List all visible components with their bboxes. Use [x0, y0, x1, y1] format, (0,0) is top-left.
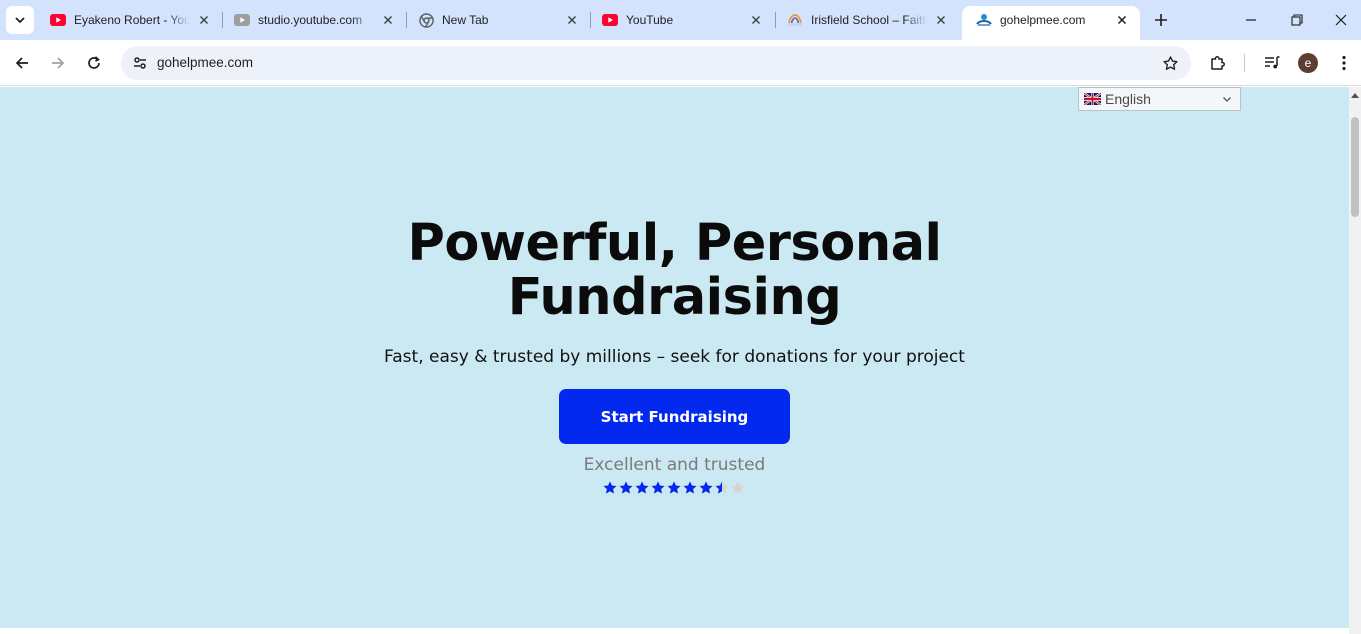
youtube-icon: [602, 12, 618, 28]
tab-title: New Tab: [442, 13, 489, 27]
close-icon: [1335, 14, 1346, 26]
language-label: English: [1105, 91, 1151, 107]
scrollbar[interactable]: [1349, 87, 1361, 634]
address-bar[interactable]: gohelpmee.com: [121, 46, 1191, 80]
tab-title: Irisfield School – Faith: [811, 13, 927, 27]
tab-new-tab[interactable]: New Tab: [404, 6, 590, 34]
chevron-down-icon: [1223, 97, 1231, 102]
tab-gohelpmee[interactable]: gohelpmee.com: [962, 6, 1140, 40]
hero-subtitle: Fast, easy & trusted by millions – seek …: [384, 347, 965, 367]
star-icon: [635, 481, 649, 494]
tab-title: Eyakeno Robert - YouTube: [74, 13, 190, 27]
tab-title: studio.youtube.com: [258, 13, 363, 27]
bookmark-button[interactable]: [1161, 54, 1179, 72]
tab-strip: Eyakeno Robert - YouTube studio.youtube.…: [0, 0, 1361, 40]
tab-title: gohelpmee.com: [1000, 13, 1086, 27]
youtube-icon: [50, 12, 66, 28]
tab-search-button[interactable]: [6, 6, 34, 34]
minimize-icon: [1246, 19, 1256, 21]
media-controls-button[interactable]: [1258, 49, 1286, 77]
star-icon: [731, 481, 745, 494]
start-fundraising-button[interactable]: Start Fundraising: [559, 389, 790, 444]
trust-text: Excellent and trusted: [583, 455, 766, 475]
tab-irisfield-school[interactable]: Irisfield School – Faith: [773, 6, 959, 34]
star-outline-icon: [1162, 55, 1178, 70]
new-tab-button[interactable]: [1150, 9, 1172, 31]
extensions-button[interactable]: [1204, 49, 1232, 77]
toolbar-divider: [1244, 54, 1245, 72]
chevron-down-icon: [15, 17, 25, 24]
star-icon: [603, 481, 617, 494]
star-icon: [683, 481, 697, 494]
youtube-studio-icon: [234, 12, 250, 28]
star-icon: [651, 481, 665, 494]
profile-button[interactable]: e: [1294, 49, 1322, 77]
close-icon[interactable]: [1114, 12, 1130, 28]
reload-button[interactable]: [80, 49, 108, 77]
avatar: e: [1298, 53, 1318, 73]
page-content: English Powerful, Personal Fundraising F…: [0, 87, 1349, 628]
close-icon[interactable]: [380, 12, 396, 28]
hero-title-line-1: Powerful, Personal: [407, 214, 942, 273]
hero-title: Powerful, Personal Fundraising: [0, 217, 1349, 325]
language-select[interactable]: English: [1078, 87, 1241, 111]
plus-icon: [1155, 14, 1167, 26]
arrow-right-icon: [52, 57, 65, 69]
url-text[interactable]: gohelpmee.com: [157, 55, 253, 70]
tab-studio-youtube[interactable]: studio.youtube.com: [220, 6, 406, 34]
uk-flag-icon: [1084, 93, 1101, 105]
site-settings-button[interactable]: [127, 50, 153, 76]
forward-button[interactable]: [44, 49, 72, 77]
tab-eyakeno-robert[interactable]: Eyakeno Robert - YouTube: [36, 6, 222, 34]
queue-music-icon: [1265, 56, 1280, 69]
restore-icon: [1291, 14, 1303, 26]
back-button[interactable]: [8, 49, 36, 77]
close-icon[interactable]: [196, 12, 212, 28]
triangle-up-icon: [1351, 93, 1359, 98]
browser-menu-button[interactable]: [1330, 49, 1358, 77]
reload-icon: [88, 56, 100, 69]
close-icon[interactable]: [933, 12, 949, 28]
restore-button[interactable]: [1274, 0, 1320, 40]
hero-title-line-2: Fundraising: [507, 268, 842, 327]
scroll-up-button[interactable]: [1349, 89, 1361, 101]
more-vert-icon: [1342, 55, 1346, 71]
close-icon[interactable]: [564, 12, 580, 28]
star-icon: [619, 481, 633, 494]
tab-youtube[interactable]: YouTube: [588, 6, 774, 34]
tab-title: YouTube: [626, 13, 674, 27]
page-bottom-edge: [0, 628, 1349, 634]
scrollbar-thumb[interactable]: [1351, 117, 1359, 217]
minimize-button[interactable]: [1228, 0, 1274, 40]
irisfield-icon: [787, 12, 803, 28]
tune-icon: [134, 57, 146, 69]
star-icon: [667, 481, 681, 494]
chrome-icon: [418, 12, 434, 28]
rating-stars: [602, 480, 746, 498]
gohelpmee-icon: [976, 12, 992, 28]
star-icon: [715, 481, 729, 494]
close-window-button[interactable]: [1320, 0, 1361, 40]
star-icon: [699, 481, 713, 494]
puzzle-icon: [1211, 56, 1225, 70]
close-icon[interactable]: [748, 12, 764, 28]
arrow-left-icon: [15, 57, 28, 69]
browser-toolbar: gohelpmee.com e: [0, 40, 1361, 86]
